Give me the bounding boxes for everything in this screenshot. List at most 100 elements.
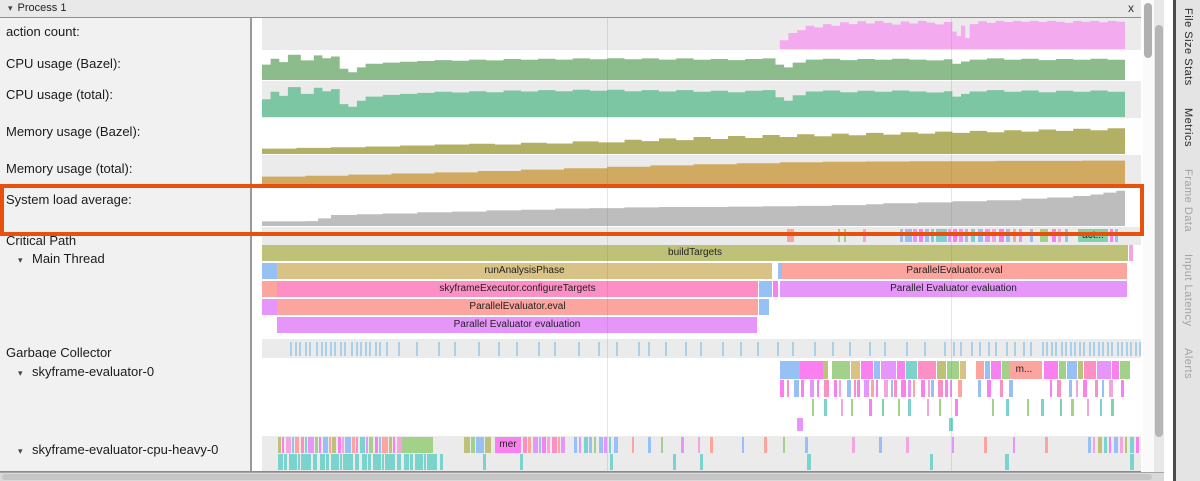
track-canvas-sysload[interactable] [252, 186, 1141, 227]
collapse-arrow-icon[interactable]: ▾ [18, 255, 32, 266]
track-canvas-mem_total[interactable] [252, 155, 1141, 186]
trace-slice-fragment [308, 437, 314, 453]
trace-slice[interactable]: ParallelEvaluator.eval [277, 299, 758, 315]
trace-slice-fragment [542, 437, 546, 453]
trace-slice[interactable]: buildTargets [262, 245, 1128, 261]
trace-slice-fragment [262, 299, 277, 315]
trace-slice-fragment [906, 361, 917, 379]
trace-slice-fragment [464, 437, 470, 453]
trace-slice-fragment [397, 437, 402, 453]
trace-slice-fragment [609, 437, 611, 453]
trace-slice-fragment [780, 361, 800, 379]
trace-slice[interactable]: Parallel Evaluator evaluation [277, 317, 757, 333]
trace-slice[interactable]: mer [495, 437, 521, 453]
tab-file-size-stats[interactable]: File Size Stats [1182, 8, 1194, 86]
trace-slice-fragment [814, 342, 816, 356]
trace-slice-fragment [1078, 361, 1083, 379]
trace-slice-fragment [485, 437, 491, 453]
trace-slice-fragment [908, 399, 911, 416]
collapse-arrow-icon[interactable]: ▾ [8, 0, 13, 17]
panel-vertical-scrollbar[interactable] [1143, 0, 1154, 472]
trace-slice-fragment [1074, 342, 1076, 356]
trace-slice-fragment [944, 342, 946, 356]
trace-slice-fragment [1050, 380, 1052, 397]
track-canvas-sky0[interactable]: m... [252, 358, 1141, 436]
trace-slice-fragment [539, 437, 541, 453]
trace-slice-fragment [552, 437, 557, 453]
close-button[interactable]: x [1128, 0, 1134, 17]
track-label-gc: Garbage Collector [0, 339, 252, 358]
trace-slice-fragment [976, 361, 984, 379]
trace-slice-fragment [1093, 437, 1095, 453]
trace-slice-fragment [1046, 342, 1048, 356]
slice-lane [252, 380, 1141, 397]
trace-slice[interactable]: Parallel Evaluator evaluation [780, 281, 1127, 297]
trace-slice-fragment [558, 437, 560, 453]
trace-slice-fragment [355, 454, 359, 470]
trace-slice-fragment [1100, 399, 1102, 416]
trace-slice-fragment [262, 263, 277, 279]
trace-slice-fragment [1059, 361, 1066, 379]
track-label-text: CPU usage (total): [6, 87, 113, 102]
trace-slice-fragment [1051, 342, 1053, 356]
track-canvas-critical_path[interactable]: act... [252, 227, 1141, 245]
trace-slice-fragment [478, 342, 480, 356]
track-label-sysload: System load average: [0, 186, 252, 227]
track-label-cpu_total: CPU usage (total): [0, 81, 252, 118]
track-label-text: Memory usage (Bazel): [6, 124, 140, 139]
trace-slice[interactable]: ParallelEvaluator.eval [782, 263, 1127, 279]
panel-scrollbar-thumb[interactable] [1144, 3, 1152, 58]
track-canvas-action_count[interactable] [252, 18, 1141, 50]
trace-slice-fragment [764, 437, 767, 453]
trace-slice[interactable]: m... [1006, 361, 1042, 379]
track-label-sky0[interactable]: ▾skyframe-evaluator-0 [0, 358, 252, 436]
track-canvas-skycpu[interactable]: mer [252, 436, 1141, 471]
horizontal-scrollbar-thumb[interactable] [2, 474, 1152, 480]
collapse-arrow-icon[interactable]: ▾ [18, 368, 32, 379]
trace-slice-fragment [379, 437, 381, 453]
trace-slice-fragment [329, 437, 331, 453]
track-canvas-mem_bazel[interactable] [252, 118, 1141, 155]
page-vertical-scrollbar[interactable] [1154, 0, 1164, 481]
trace-slice-fragment [404, 454, 409, 470]
track-left-gutter [252, 436, 262, 471]
trace-slice-fragment [851, 399, 853, 416]
trace-slice-fragment [319, 437, 321, 453]
trace-slice[interactable]: runAnalysisPhase [277, 263, 772, 279]
trace-slice[interactable]: act... [1078, 229, 1108, 242]
trace-slice-fragment [1139, 342, 1141, 356]
track-label-cpu_bazel: CPU usage (Bazel): [0, 50, 252, 81]
trace-slice-fragment [807, 454, 811, 470]
trace-slice-fragment [638, 342, 640, 356]
trace-slice-fragment [1083, 380, 1087, 397]
track-label-main_thread[interactable]: ▾Main Thread [0, 245, 252, 339]
trace-slice-fragment [1093, 342, 1095, 356]
trace-slice-fragment [1095, 380, 1098, 397]
counter-area-chart [252, 81, 1141, 118]
trace-slice-fragment [960, 342, 962, 356]
trace-slice-fragment [340, 342, 342, 356]
trace-slice-fragment [908, 380, 911, 397]
track-canvas-main_thread[interactable]: buildTargets runAnalysisPhase ParallelEval… [252, 245, 1141, 339]
track-canvas-cpu_bazel[interactable] [252, 50, 1141, 81]
track-label-text: Critical Path [6, 233, 76, 245]
track-canvas-gc[interactable] [252, 339, 1141, 358]
tab-frame-data: Frame Data [1182, 169, 1194, 232]
trace-slice-fragment [1065, 229, 1068, 242]
trace-slice-fragment [918, 361, 936, 379]
trace-slice-fragment [1079, 342, 1081, 356]
counter-area-chart [252, 186, 1141, 227]
track-label-skycpu[interactable]: ▾skyframe-evaluator-cpu-heavy-0 [0, 436, 252, 471]
horizontal-scrollbar[interactable] [0, 472, 1164, 481]
trace-slice[interactable]: skyframeExecutor.configureTargets [277, 281, 758, 297]
trace-slice-fragment [1117, 342, 1119, 356]
tab-metrics[interactable]: Metrics [1182, 108, 1194, 147]
track-canvas-cpu_total[interactable] [252, 81, 1141, 118]
page-scrollbar-thumb[interactable] [1155, 25, 1163, 437]
collapse-arrow-icon[interactable]: ▾ [18, 446, 32, 457]
track-row-cpu_bazel: CPU usage (Bazel): [0, 50, 1141, 81]
trace-slice-fragment [313, 454, 317, 470]
trace-slice-fragment [787, 380, 789, 397]
trace-slice-fragment [906, 342, 908, 356]
trace-slice-fragment [698, 437, 700, 453]
